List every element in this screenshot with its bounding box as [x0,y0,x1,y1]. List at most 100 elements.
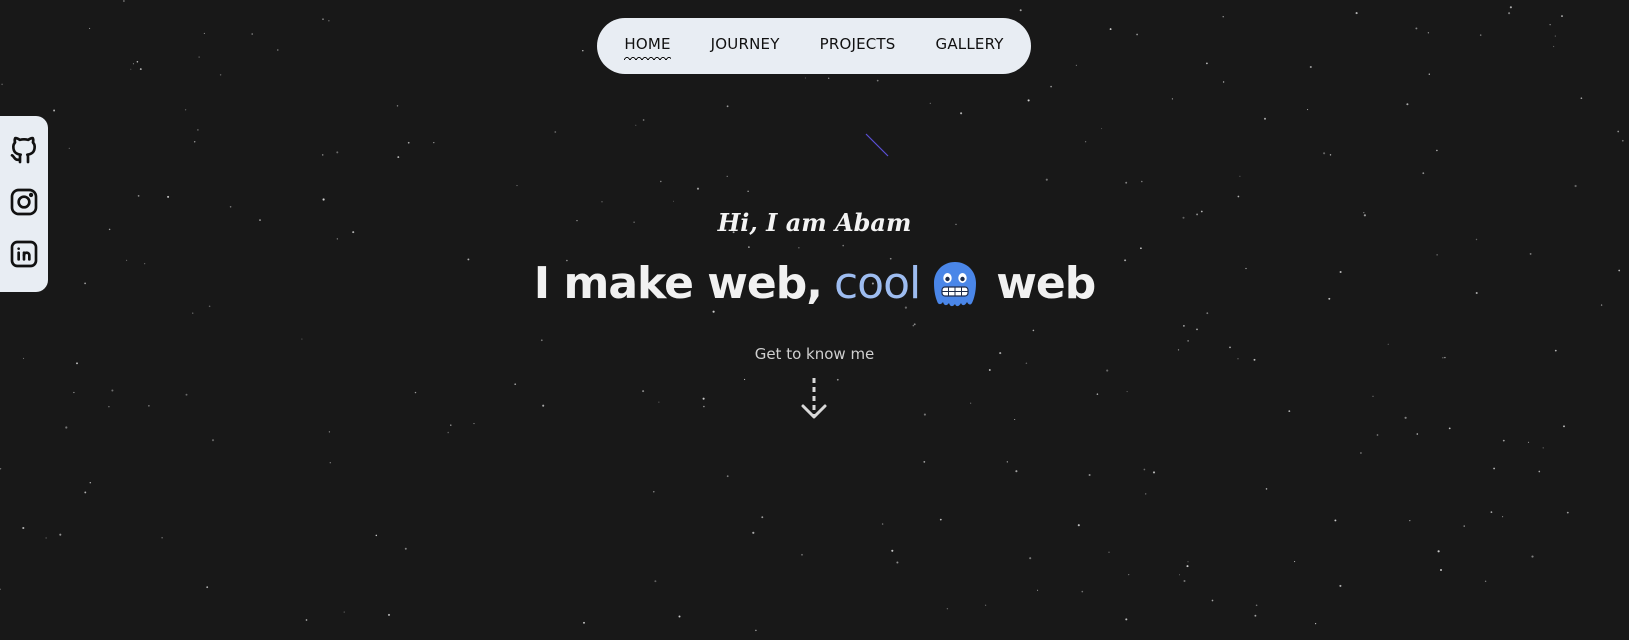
star [1561,15,1563,18]
github-icon [10,136,36,164]
star [1237,195,1240,198]
star [1436,254,1438,256]
star [1108,551,1110,553]
star [1448,427,1451,430]
star [433,141,435,144]
star [397,156,400,159]
star [798,247,800,249]
star [601,201,603,203]
star [22,526,25,530]
star [161,537,163,539]
star [1323,152,1326,155]
star [1538,470,1541,473]
star [68,147,70,150]
star [1045,178,1048,181]
star [642,390,645,393]
star [1542,447,1544,449]
star [1427,32,1430,34]
star [582,49,584,52]
star [1563,425,1565,428]
star [1404,416,1407,419]
star [970,402,972,404]
star [1509,6,1512,9]
star [1376,434,1379,436]
star [712,310,715,313]
star [1125,618,1128,621]
star [328,431,331,433]
star [328,20,330,22]
star [702,397,705,400]
star [322,198,325,201]
star [375,534,378,537]
star [184,109,187,111]
star [801,553,803,556]
star [1566,511,1569,514]
star [148,405,150,407]
star [329,462,331,464]
star [836,378,839,381]
github-link[interactable] [8,134,40,166]
star [726,175,728,177]
headline: I make web, cool web [0,258,1629,309]
star [1014,418,1016,421]
star [654,580,657,583]
star [761,516,764,519]
get-to-know-me-link[interactable]: Get to know me [0,345,1629,363]
star [414,391,417,394]
star [1206,62,1208,65]
star [1329,154,1332,156]
headline-accent: cool [833,258,921,309]
star [828,77,830,79]
star [514,383,517,386]
nav-gallery[interactable]: GALLERY [936,35,1004,57]
nav-projects[interactable]: PROJECTS [820,35,896,57]
star [1415,27,1418,30]
star [1372,395,1374,397]
star [1183,579,1186,583]
star [1479,34,1482,36]
star [696,187,700,190]
star [1096,393,1099,395]
nav-journey[interactable]: JOURNEY [711,35,780,57]
star [167,195,170,198]
star [1428,73,1430,75]
star [1145,493,1147,495]
star [540,339,543,342]
headline-prefix: I make web, [533,258,823,309]
star [1171,98,1173,100]
star [929,102,931,105]
star [912,324,915,327]
star [1307,109,1309,111]
star [1222,16,1224,18]
star [703,405,705,408]
top-navigation: HOME JOURNEY PROJECTS GALLERY [597,18,1031,74]
star [1152,471,1156,474]
star [988,369,991,371]
star [1255,604,1258,607]
star [1187,340,1189,342]
star [45,537,47,539]
star [0,588,1,590]
star [1032,329,1035,332]
star [1437,550,1440,553]
star [343,611,345,613]
star [447,431,449,434]
star [554,131,557,133]
star [1475,238,1478,241]
star [73,391,75,394]
star [1050,85,1052,88]
star [132,63,134,65]
starfield-background [0,0,1624,632]
star [984,604,987,606]
star [1187,561,1189,563]
star [1178,574,1181,576]
star [726,105,729,108]
star [111,389,114,392]
star [1077,524,1080,527]
down-arrow-icon[interactable] [799,376,829,422]
star [203,32,205,34]
star [1422,172,1425,175]
star [139,68,142,71]
nav-home[interactable]: HOME [624,35,671,60]
star [185,393,188,396]
